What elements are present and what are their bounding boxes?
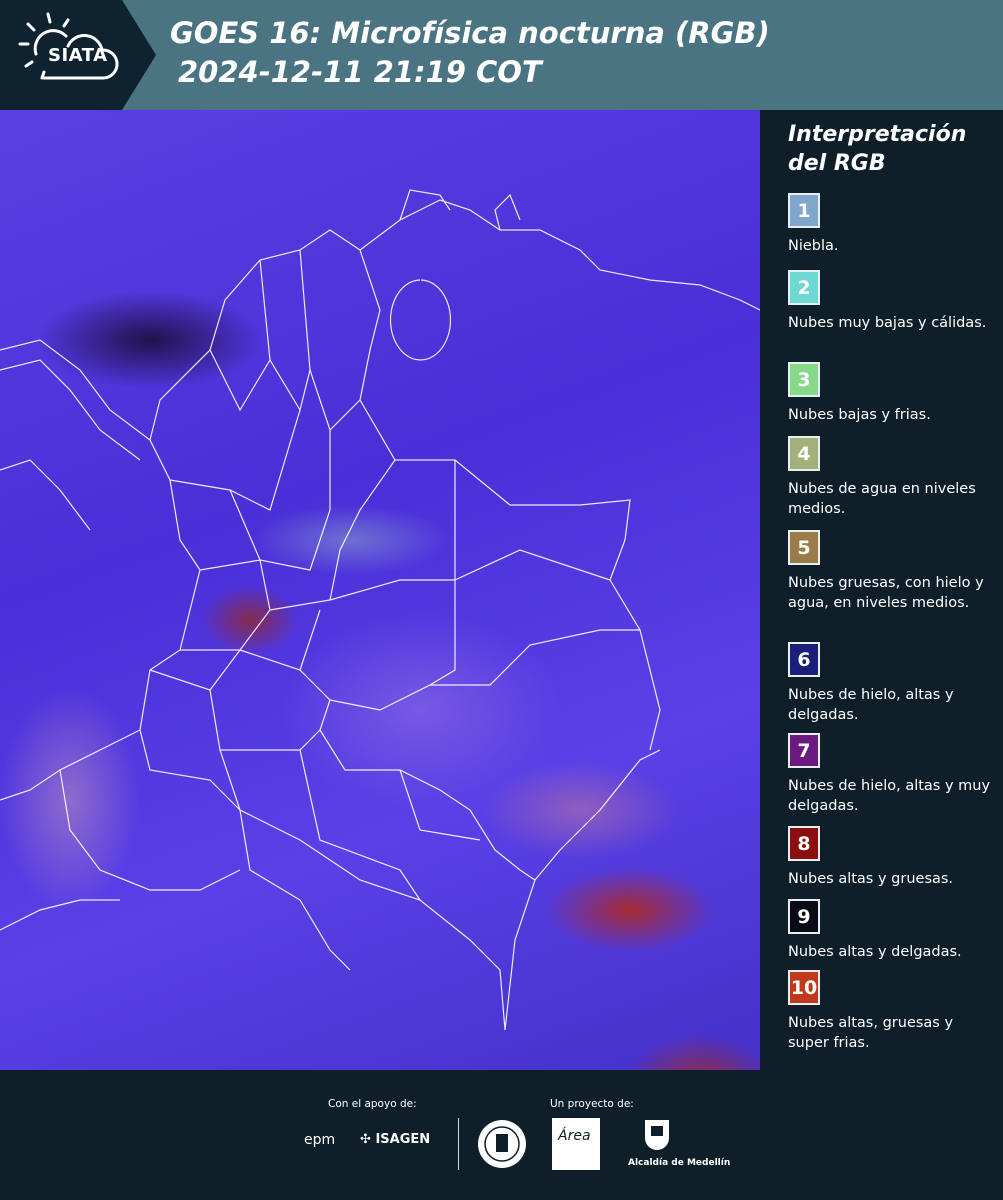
legend-swatch: 2 (788, 270, 820, 305)
legend-swatch: 3 (788, 362, 820, 397)
legend-label: Nubes muy bajas y cálidas. (788, 315, 987, 331)
isagen-name: ISAGEN (375, 1132, 431, 1147)
medellin-shield-icon (645, 1120, 669, 1150)
country-borders (0, 189, 760, 1031)
legend-item-8: 8 Nubes altas y gruesas. (788, 826, 993, 889)
university-seal-icon (478, 1120, 526, 1168)
legend-item-10: 10 Nubes altas, gruesas y super frias. (788, 970, 993, 1053)
isagen-icon: ✣ (360, 1132, 371, 1147)
colombia-border (139, 229, 642, 1031)
logo-text: SIATA (48, 45, 108, 66)
legend-item-4: 4 Nubes de agua en niveles medios. (788, 436, 993, 519)
footer: Con el apoyo de: Un proyecto de: epm ✣ I… (0, 1070, 1003, 1200)
legend-label: Nubes de hielo, altas y delgadas. (788, 687, 954, 723)
legend-label: Nubes de hielo, altas y muy delgadas. (788, 778, 991, 814)
legend-swatch: 8 (788, 826, 820, 861)
legend-label: Nubes altas, gruesas y super frias. (788, 1015, 954, 1051)
support-label: Con el apoyo de: (328, 1098, 417, 1110)
legend-label: Nubes bajas y frias. (788, 407, 931, 423)
area-logo-mark: Área (558, 1128, 591, 1144)
page-timestamp: 2024-12-11 21:19 COT (178, 55, 542, 89)
page-title: GOES 16: Microfísica nocturna (RGB) (170, 16, 770, 50)
legend-item-1: 1 Niebla. (788, 193, 993, 256)
legend-label: Nubes altas y gruesas. (788, 871, 954, 887)
legend-swatch: 7 (788, 733, 820, 768)
legend-swatch: 5 (788, 530, 820, 565)
legend-item-3: 3 Nubes bajas y frias. (788, 362, 993, 425)
legend-label: Niebla. (788, 238, 839, 254)
header-bar: SIATA GOES 16: Microfísica nocturna (RGB… (0, 0, 1003, 110)
legend-item-6: 6 Nubes de hielo, altas y delgadas. (788, 642, 993, 725)
legend-swatch: 6 (788, 642, 820, 677)
legend-swatch: 9 (788, 899, 820, 934)
legend-swatch: 1 (788, 193, 820, 228)
isagen-logo: ✣ ISAGEN (360, 1132, 430, 1147)
footer-divider (458, 1118, 459, 1170)
legend-item-7: 7 Nubes de hielo, altas y muy delgadas. (788, 733, 993, 816)
legend-swatch: 4 (788, 436, 820, 471)
legend-item-9: 9 Nubes altas y delgadas. (788, 899, 993, 962)
legend-label: Nubes altas y delgadas. (788, 944, 962, 960)
legend-item-2: 2 Nubes muy bajas y cálidas. (788, 270, 993, 333)
legend-label: Nubes gruesas, con hielo y agua, en nive… (788, 575, 984, 611)
legend-title: Interpretación del RGB (788, 122, 967, 176)
siata-logo: SIATA (0, 0, 156, 110)
legend-label: Nubes de agua en niveles medios. (788, 481, 976, 517)
legend-item-5: 5 Nubes gruesas, con hielo y agua, en ni… (788, 530, 993, 613)
project-label: Un proyecto de: (550, 1098, 634, 1110)
epm-logo: epm (304, 1132, 336, 1148)
rgb-legend: Interpretación del RGB 1 Niebla. 2 Nubes… (776, 120, 996, 1051)
legend-swatch: 10 (788, 970, 820, 1005)
satellite-map (0, 110, 760, 1070)
area-metropolitana-logo: Área (552, 1118, 600, 1170)
alcaldia-label: Alcaldía de Medellín (628, 1158, 731, 1168)
